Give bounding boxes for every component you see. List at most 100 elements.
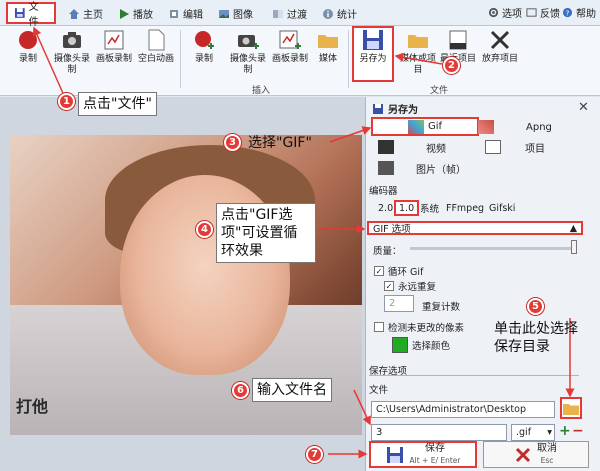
stats-icon: [323, 8, 333, 19]
tab-image[interactable]: 图像: [212, 3, 259, 24]
save-button-text: 保存 Alt + E/ Enter: [410, 443, 461, 467]
add-icon[interactable]: +: [559, 423, 571, 439]
recent-project-icon: [449, 30, 467, 50]
feedback-button[interactable]: 反馈: [526, 5, 560, 20]
format-project[interactable]: 项目: [485, 138, 545, 156]
remove-icon[interactable]: −: [572, 423, 584, 439]
record-label: 录制: [18, 54, 37, 64]
tab-stats[interactable]: 统计: [316, 3, 363, 24]
feedback-label: 反馈: [540, 9, 560, 20]
save-shortcut: Alt + E/ Enter: [409, 455, 461, 465]
media-button[interactable]: 媒体: [306, 28, 350, 80]
step-marker-7: 7: [306, 446, 323, 463]
save-options-header[interactable]: 保存选项: [369, 363, 579, 377]
record-button[interactable]: 录制: [6, 28, 50, 80]
save-as-label: 另存为: [359, 54, 387, 64]
encoder-gifski[interactable]: Gifski: [489, 200, 515, 216]
format-gif-label: Gif: [427, 121, 443, 132]
tab-home[interactable]: 主页: [62, 3, 109, 24]
format-apng[interactable]: Apng: [478, 118, 582, 136]
board-record-button[interactable]: 画板录制: [92, 28, 136, 80]
gif-options-header[interactable]: GIF 选项 ▲: [367, 221, 583, 235]
camera-icon: [63, 32, 81, 48]
choose-color-button[interactable]: 选择颜色: [392, 335, 456, 355]
film-icon: [378, 140, 394, 154]
encoder-2-0-label: 2.0: [378, 202, 394, 214]
detect-unchanged-checkbox[interactable]: 检测未更改的像素: [374, 320, 464, 334]
format-video[interactable]: 视频: [378, 138, 446, 156]
open-media-project-label: 媒体或项目: [399, 54, 436, 75]
format-gif[interactable]: Gif: [371, 117, 479, 136]
discard-project-button[interactable]: 放弃项目: [478, 28, 522, 80]
tab-file-label: 文件: [28, 2, 39, 28]
encoder-ffmpeg-label: FFmpeg: [446, 202, 485, 214]
feedback-icon: [526, 8, 537, 17]
board-icon: [104, 30, 124, 50]
quality-slider-track[interactable]: [410, 247, 576, 250]
edit-icon: [170, 9, 178, 18]
folder-icon: [563, 403, 579, 415]
cancel-button-text: 取消 Esc: [537, 443, 557, 467]
discard-project-label: 放弃项目: [481, 54, 518, 64]
loop-gif-checkbox[interactable]: ✓ 循环 Gif: [374, 264, 423, 278]
board-record-label-2: 画板录制: [271, 54, 308, 64]
close-panel-icon[interactable]: ✕: [578, 100, 589, 115]
tab-transition[interactable]: 过渡: [266, 3, 313, 24]
tab-play[interactable]: 播放: [112, 3, 159, 24]
cancel-shortcut: Esc: [540, 455, 554, 465]
format-images[interactable]: 图片（帧）: [378, 159, 466, 177]
open-media-project-button[interactable]: 媒体或项目: [396, 28, 440, 80]
save-icon: [373, 103, 383, 114]
board-add-icon: [279, 30, 301, 49]
close-x-icon: [515, 447, 531, 462]
tab-edit[interactable]: 编辑: [162, 3, 209, 24]
webcam-record-button[interactable]: 摄像头录制: [50, 28, 94, 80]
ribbon-tab-bar: 文件 主页 播放 编辑 图像 过渡 统计 选项 反馈 ? 帮助: [0, 0, 600, 28]
group-label-insert: 插入: [252, 86, 271, 96]
recent-project-button[interactable]: 最近项目: [436, 28, 480, 80]
repeat-count-input[interactable]: 2: [384, 295, 414, 312]
encoder-1-0[interactable]: 1.0: [394, 200, 420, 216]
format-apng-label: Apng: [526, 121, 552, 133]
save-button[interactable]: 保存 Alt + E/ Enter: [369, 441, 477, 468]
options-icon: [488, 7, 499, 18]
callout-3: 选择"GIF": [248, 135, 312, 151]
image-icon: [219, 9, 229, 18]
folder-icon: [318, 35, 338, 48]
panel-title-text: 另存为: [388, 105, 418, 116]
webcam-record-button-2[interactable]: 摄像头录制: [226, 28, 270, 80]
record-button-2[interactable]: 录制: [182, 28, 226, 80]
extension-value: .gif: [516, 427, 532, 438]
tab-home-label: 主页: [83, 10, 103, 21]
webcam-record-label-2: 摄像头录制: [229, 54, 266, 75]
encoder-2-0[interactable]: 2.0: [378, 200, 393, 216]
filename-input[interactable]: 3: [371, 424, 507, 441]
open-folder-icon: [408, 35, 428, 48]
tab-file[interactable]: 文件: [6, 2, 56, 28]
help-button[interactable]: ? 帮助: [562, 5, 596, 20]
extension-select[interactable]: .gif ▾: [511, 424, 555, 441]
gif-options-label: GIF 选项: [373, 224, 411, 235]
callout-4: 点击"GIF选项"可设置循环效果: [216, 203, 316, 263]
step-marker-6: 6: [232, 382, 249, 399]
color-swatch: [392, 337, 408, 353]
repeat-forever-checkbox[interactable]: ✓ 永远重复: [384, 279, 436, 293]
encoder-system[interactable]: 系统: [420, 200, 439, 216]
quality-slider-thumb[interactable]: [571, 240, 577, 254]
help-label: 帮助: [576, 9, 596, 20]
save-as-button[interactable]: 另存为: [352, 26, 394, 82]
webcam-record-label: 摄像头录制: [53, 54, 90, 75]
blank-animation-button[interactable]: 空白动画: [134, 28, 178, 80]
board-record-label: 画板录制: [95, 54, 132, 64]
tab-image-label: 图像: [233, 10, 253, 21]
choose-folder-button[interactable]: [560, 397, 582, 419]
step-marker-5: 5: [527, 298, 544, 315]
cancel-label: 取消: [537, 442, 557, 454]
encoder-ffmpeg[interactable]: FFmpeg: [446, 200, 484, 216]
save-icon: [14, 8, 25, 18]
save-path-input[interactable]: C:\Users\Administrator\Desktop: [371, 401, 555, 418]
options-button[interactable]: 选项: [488, 5, 522, 20]
cancel-button[interactable]: 取消 Esc: [483, 441, 589, 468]
checkbox-unchecked-icon: [374, 322, 384, 332]
help-icon: ?: [562, 7, 573, 17]
